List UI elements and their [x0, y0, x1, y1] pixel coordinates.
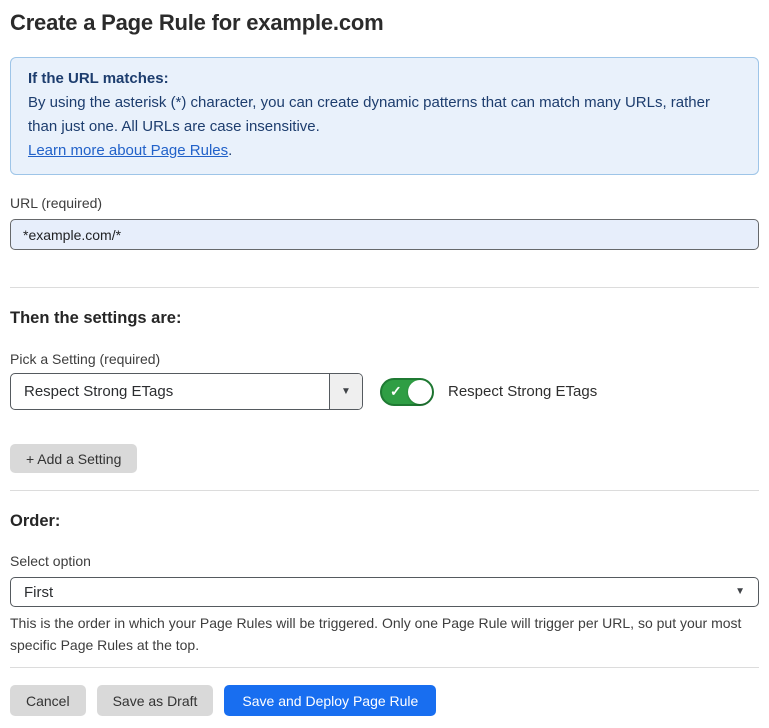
settings-section-heading: Then the settings are:	[10, 309, 759, 328]
url-input[interactable]	[10, 219, 759, 250]
order-section-heading: Order:	[10, 512, 759, 531]
order-select[interactable]: First ▼	[10, 577, 759, 607]
page-title: Create a Page Rule for example.com	[10, 10, 759, 36]
setting-select-arrow-button[interactable]: ▼	[329, 374, 362, 409]
order-select-label: Select option	[10, 553, 759, 569]
add-setting-button[interactable]: + Add a Setting	[10, 444, 137, 473]
divider	[10, 287, 759, 288]
chevron-down-icon: ▼	[735, 587, 745, 597]
divider	[10, 667, 759, 668]
info-box-link-line: Learn more about Page Rules.	[28, 139, 741, 163]
learn-more-link[interactable]: Learn more about Page Rules	[28, 142, 228, 159]
check-icon: ✓	[390, 383, 402, 400]
order-select-value: First	[24, 584, 735, 601]
info-box-body: By using the asterisk (*) character, you…	[28, 91, 741, 139]
url-field-label: URL (required)	[10, 195, 759, 211]
pick-setting-label: Pick a Setting (required)	[10, 351, 759, 367]
chevron-down-icon: ▼	[341, 387, 351, 397]
toggle-label: Respect Strong ETags	[448, 383, 597, 400]
setting-select[interactable]: Respect Strong ETags ▼	[10, 373, 363, 410]
save-and-deploy-button[interactable]: Save and Deploy Page Rule	[224, 685, 436, 716]
cancel-button[interactable]: Cancel	[10, 685, 86, 716]
setting-select-value: Respect Strong ETags	[11, 374, 329, 409]
respect-strong-etags-toggle[interactable]: ✓	[380, 378, 434, 406]
create-page-rule-form: Create a Page Rule for example.com If th…	[0, 10, 769, 716]
info-box-heading: If the URL matches:	[28, 67, 741, 91]
order-help-text: This is the order in which your Page Rul…	[10, 612, 759, 656]
divider	[10, 490, 759, 491]
setting-picker-row: Respect Strong ETags ▼ ✓ Respect Strong …	[10, 373, 759, 410]
toggle-knob	[408, 380, 432, 404]
url-match-info-box: If the URL matches: By using the asteris…	[10, 57, 759, 175]
form-actions: Cancel Save as Draft Save and Deploy Pag…	[10, 685, 759, 716]
save-as-draft-button[interactable]: Save as Draft	[97, 685, 214, 716]
link-suffix: .	[228, 142, 232, 159]
